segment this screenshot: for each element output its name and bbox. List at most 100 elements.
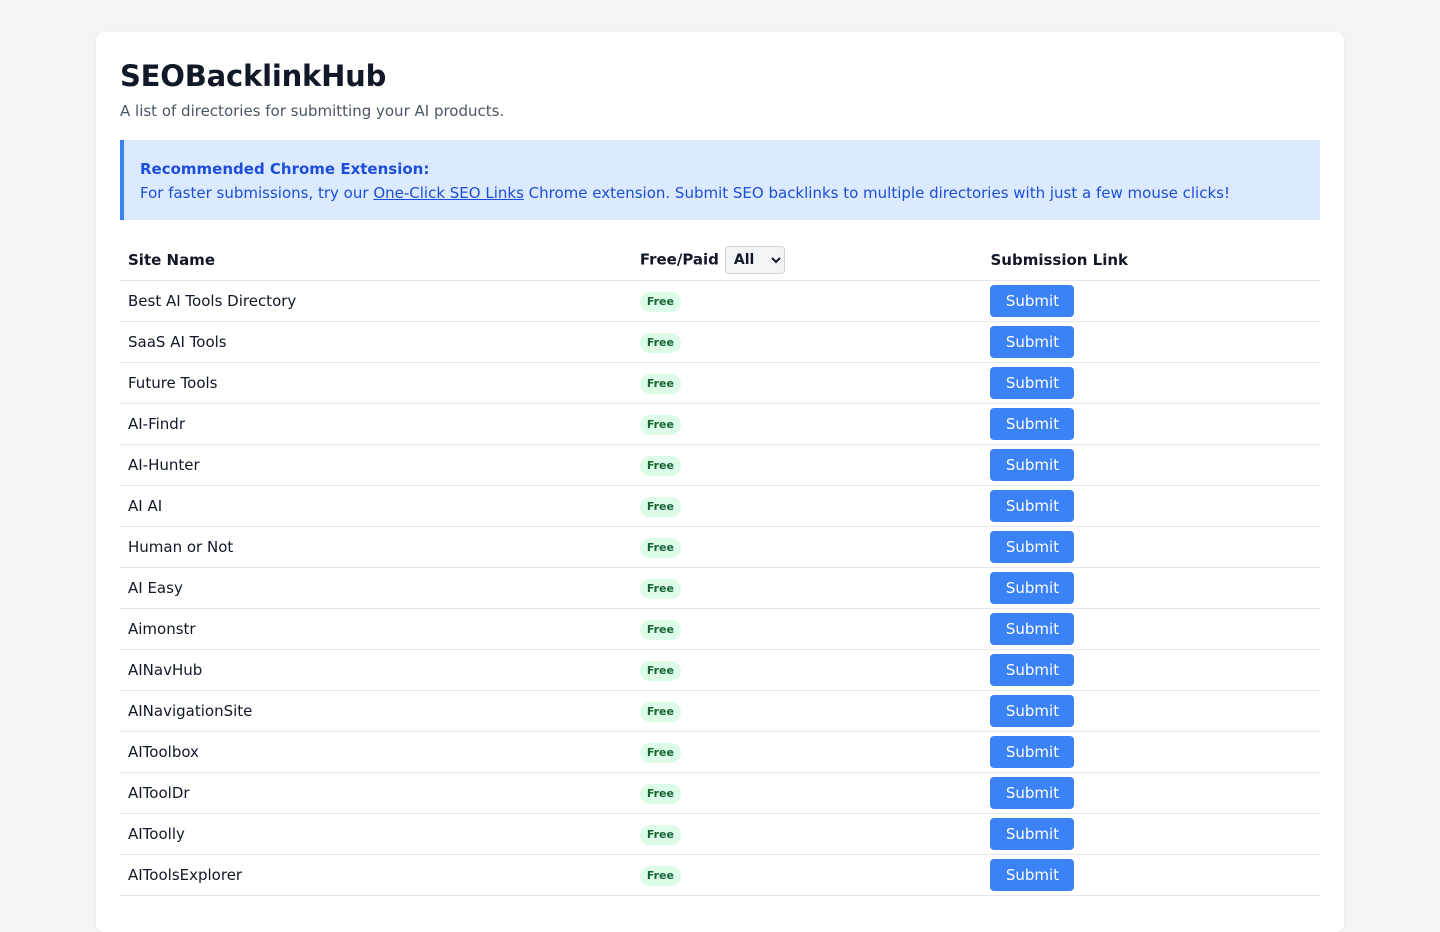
free-paid-cell: Free <box>631 854 983 896</box>
table-row: AI Easy Free Submit <box>120 567 1320 609</box>
submit-button[interactable]: Submit <box>990 654 1075 686</box>
header-free-paid-label: Free/Paid <box>639 250 719 269</box>
free-paid-cell: Free <box>631 280 983 322</box>
submit-button[interactable]: Submit <box>990 695 1075 727</box>
submission-link-cell: Submit <box>982 567 1320 609</box>
free-paid-cell: Free <box>631 813 983 855</box>
free-paid-cell: Free <box>631 444 983 486</box>
submit-button[interactable]: Submit <box>990 777 1075 809</box>
submit-button[interactable]: Submit <box>990 531 1075 563</box>
table-row: AIToolbox Free Submit <box>120 731 1320 773</box>
site-name-cell: Aimonstr <box>120 608 632 650</box>
submission-link-cell: Submit <box>982 403 1320 445</box>
page-subtitle: A list of directories for submitting you… <box>120 102 505 120</box>
directory-table: Site Name Free/Paid All Submission Link B… <box>120 240 1320 896</box>
site-name-cell: AI AI <box>120 485 632 527</box>
free-paid-cell: Free <box>631 485 983 527</box>
submission-link-cell: Submit <box>982 649 1320 691</box>
submission-link-cell: Submit <box>982 444 1320 486</box>
table-row: AINavHub Free Submit <box>120 649 1320 691</box>
free-paid-cell: Free <box>631 526 983 568</box>
submission-link-cell: Submit <box>982 813 1320 855</box>
submission-link-cell: Submit <box>982 280 1320 322</box>
free-badge: Free <box>639 824 681 845</box>
table-header-row: Site Name Free/Paid All Submission Link <box>120 240 1320 281</box>
table-row: AI-Findr Free Submit <box>120 403 1320 445</box>
table-row: Aimonstr Free Submit <box>120 608 1320 650</box>
submit-button[interactable]: Submit <box>990 449 1075 481</box>
site-name-cell: AIToolsExplorer <box>120 854 632 896</box>
submit-button[interactable]: Submit <box>990 818 1075 850</box>
table-row: AIToolly Free Submit <box>120 813 1320 855</box>
free-badge: Free <box>639 701 681 722</box>
site-name-cell: AI-Hunter <box>120 444 632 486</box>
submission-link-cell: Submit <box>982 485 1320 527</box>
site-name-cell: AIToolly <box>120 813 632 855</box>
site-name-cell: SaaS AI Tools <box>120 321 632 363</box>
free-badge: Free <box>639 455 681 476</box>
submission-link-cell: Submit <box>982 321 1320 363</box>
site-name-cell: AI Easy <box>120 567 632 609</box>
free-badge: Free <box>639 742 681 763</box>
submit-button[interactable]: Submit <box>990 490 1075 522</box>
free-badge: Free <box>639 373 681 394</box>
table-row: Best AI Tools Directory Free Submit <box>120 280 1320 322</box>
site-name-cell: AI-Findr <box>120 403 632 445</box>
table-row: Human or Not Free Submit <box>120 526 1320 568</box>
submit-button[interactable]: Submit <box>990 367 1075 399</box>
table-row: AIToolDr Free Submit <box>120 772 1320 814</box>
free-paid-filter-select[interactable]: All <box>724 246 785 274</box>
notice-body: For faster submissions, try our One-Clic… <box>140 181 1304 205</box>
submission-link-cell: Submit <box>982 854 1320 896</box>
table-row: AI-Hunter Free Submit <box>120 444 1320 486</box>
free-paid-cell: Free <box>631 690 983 732</box>
header-submission-link-label: Submission Link <box>990 251 1129 269</box>
submission-link-cell: Submit <box>982 526 1320 568</box>
submit-button[interactable]: Submit <box>990 613 1075 645</box>
table-row: AI AI Free Submit <box>120 485 1320 527</box>
site-name-cell: AINavHub <box>120 649 632 691</box>
submission-link-cell: Submit <box>982 362 1320 404</box>
free-badge: Free <box>639 496 681 517</box>
table-row: AINavigationSite Free Submit <box>120 690 1320 732</box>
free-paid-cell: Free <box>631 362 983 404</box>
submit-button[interactable]: Submit <box>990 285 1075 317</box>
site-name-cell: Human or Not <box>120 526 632 568</box>
submit-button[interactable]: Submit <box>990 859 1075 891</box>
notice-text-after: Chrome extension. Submit SEO backlinks t… <box>523 184 1230 202</box>
submission-link-cell: Submit <box>982 731 1320 773</box>
one-click-seo-links-link[interactable]: One-Click SEO Links <box>373 184 524 202</box>
page-title: SEOBacklinkHub <box>120 59 387 93</box>
table-row: Future Tools Free Submit <box>120 362 1320 404</box>
free-paid-cell: Free <box>631 772 983 814</box>
submission-link-cell: Submit <box>982 690 1320 732</box>
free-badge: Free <box>639 578 681 599</box>
notice-text-before: For faster submissions, try our <box>140 184 374 202</box>
free-paid-cell: Free <box>631 567 983 609</box>
main-card: SEOBacklinkHub A list of directories for… <box>96 32 1344 932</box>
free-badge: Free <box>639 619 681 640</box>
free-badge: Free <box>639 865 681 886</box>
free-paid-cell: Free <box>631 403 983 445</box>
site-name-cell: AINavigationSite <box>120 690 632 732</box>
free-badge: Free <box>639 783 681 804</box>
header-submission-link: Submission Link <box>982 240 1320 281</box>
free-badge: Free <box>639 414 681 435</box>
free-badge: Free <box>639 537 681 558</box>
header-site-name: Site Name <box>120 240 632 281</box>
submit-button[interactable]: Submit <box>990 736 1075 768</box>
submit-button[interactable]: Submit <box>990 408 1075 440</box>
submission-link-cell: Submit <box>982 608 1320 650</box>
submission-link-cell: Submit <box>982 772 1320 814</box>
submit-button[interactable]: Submit <box>990 572 1075 604</box>
free-paid-cell: Free <box>631 731 983 773</box>
table-body: Best AI Tools Directory Free Submit SaaS AI… <box>120 280 1320 896</box>
free-badge: Free <box>639 291 681 312</box>
free-paid-cell: Free <box>631 321 983 363</box>
site-name-cell: Future Tools <box>120 362 632 404</box>
free-badge: Free <box>639 660 681 681</box>
header-site-name-label: Site Name <box>128 251 215 269</box>
chrome-extension-notice: Recommended Chrome Extension: For faster… <box>120 140 1320 220</box>
notice-title: Recommended Chrome Extension: <box>140 160 430 178</box>
submit-button[interactable]: Submit <box>990 326 1075 358</box>
